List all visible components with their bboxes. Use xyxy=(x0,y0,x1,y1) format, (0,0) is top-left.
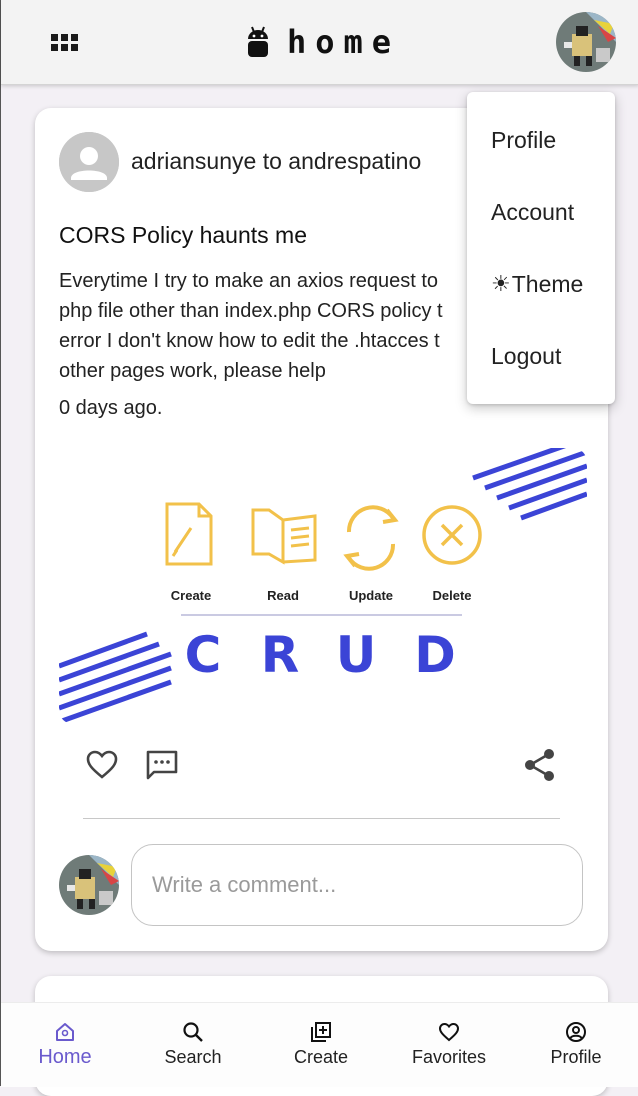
nav-create[interactable]: Create xyxy=(257,1003,385,1087)
menu-item-label: Profile xyxy=(491,126,557,153)
crud-label-update: Update xyxy=(349,588,393,603)
nav-profile[interactable]: Profile xyxy=(512,1003,638,1087)
heart-icon xyxy=(438,1022,460,1042)
nav-favorites[interactable]: Favorites xyxy=(385,1003,513,1087)
android-icon xyxy=(248,26,268,57)
post-author-line[interactable]: adriansunye to andrespatino xyxy=(131,148,421,175)
grid-menu-icon[interactable] xyxy=(51,34,79,52)
nav-label: Favorites xyxy=(411,1047,487,1067)
app-title-group: home xyxy=(245,22,400,62)
menu-item-label: Logout xyxy=(491,342,562,369)
menu-item-label: Account xyxy=(491,198,575,225)
post-image[interactable]: Create Read Update Delete C R U D xyxy=(59,448,587,724)
heart-icon xyxy=(86,750,118,779)
menu-item-account[interactable]: Account xyxy=(467,182,615,242)
stripes-top-right xyxy=(472,448,587,521)
create-icon xyxy=(165,502,213,566)
author-avatar[interactable] xyxy=(59,132,119,192)
menu-item-profile[interactable]: Profile xyxy=(467,110,615,170)
comment-input[interactable] xyxy=(131,844,583,926)
account-dropdown-menu: Profile Account ☀ Theme Logout xyxy=(467,92,615,404)
crud-letter-u: U xyxy=(336,626,377,684)
actions-divider xyxy=(83,818,560,819)
nav-label: Create xyxy=(293,1047,349,1067)
share-button[interactable] xyxy=(523,748,557,782)
menu-item-logout[interactable]: Logout xyxy=(467,326,615,386)
share-icon xyxy=(525,749,554,781)
post-title: CORS Policy haunts me xyxy=(59,222,307,248)
comment-icon xyxy=(146,750,178,780)
like-button[interactable] xyxy=(85,748,119,782)
top-app-bar: home xyxy=(1,0,638,85)
crud-label-read: Read xyxy=(267,588,299,603)
stripes-bottom-left xyxy=(59,631,172,724)
nav-search[interactable]: Search xyxy=(129,1003,257,1087)
post-timestamp: 0 days ago. xyxy=(59,397,163,419)
nav-label: Profile xyxy=(550,1047,602,1067)
sun-icon: ☀ xyxy=(491,271,511,296)
delete-icon xyxy=(422,505,482,565)
page-title: home xyxy=(287,23,401,61)
crud-letter-r: R xyxy=(261,626,300,684)
account-circle-icon xyxy=(566,1022,586,1042)
update-icon xyxy=(343,505,399,571)
home-icon xyxy=(56,1023,74,1041)
crud-label-delete: Delete xyxy=(432,588,471,603)
comment-button[interactable] xyxy=(145,748,179,782)
menu-item-theme[interactable]: ☀ Theme xyxy=(467,254,615,314)
crud-label-create: Create xyxy=(171,588,211,603)
read-icon xyxy=(251,508,317,565)
nav-home[interactable]: Home xyxy=(1,1003,129,1087)
crud-letter-c: C xyxy=(185,626,222,684)
crud-letter-d: D xyxy=(414,626,456,684)
user-avatar[interactable] xyxy=(556,12,616,72)
bottom-navigation: Home Search Create Favorites Profile xyxy=(1,1002,638,1087)
person-icon xyxy=(59,132,119,192)
commenter-avatar xyxy=(59,855,119,915)
nav-label: Home xyxy=(38,1046,92,1068)
search-icon xyxy=(183,1022,203,1042)
add-box-icon xyxy=(311,1022,331,1042)
menu-item-label: Theme xyxy=(511,270,584,297)
nav-label: Search xyxy=(164,1047,222,1067)
